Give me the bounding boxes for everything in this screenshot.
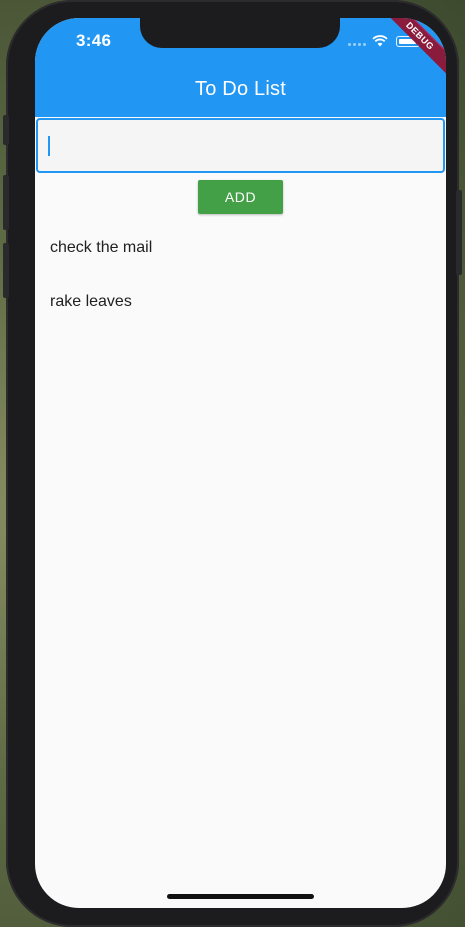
todo-input[interactable] — [46, 128, 430, 164]
status-time: 3:46 — [76, 31, 112, 50]
list-item[interactable]: rake leaves — [35, 275, 446, 329]
signal-dots-icon — [348, 43, 366, 46]
todo-list: check the mail rake leaves — [35, 221, 446, 329]
wifi-icon — [372, 35, 388, 47]
add-button[interactable]: ADD — [198, 180, 283, 214]
list-item-text: rake leaves — [50, 293, 132, 310]
volume-up-button — [3, 175, 9, 230]
home-indicator[interactable] — [167, 894, 314, 899]
todo-input-field[interactable] — [36, 118, 445, 173]
app-screen: 3:46 DEBUG To Do List ADD check the mail — [35, 18, 446, 908]
power-button — [456, 190, 462, 275]
page-title: To Do List — [195, 78, 286, 100]
list-item-text: check the mail — [50, 239, 153, 256]
text-caret — [48, 136, 50, 156]
phone-frame: 3:46 DEBUG To Do List ADD check the mail — [3, 0, 462, 927]
app-bar: 3:46 DEBUG To Do List — [35, 18, 446, 117]
list-item[interactable]: check the mail — [35, 221, 446, 275]
mute-switch — [3, 115, 9, 145]
notch — [140, 18, 340, 48]
volume-down-button — [3, 243, 9, 298]
